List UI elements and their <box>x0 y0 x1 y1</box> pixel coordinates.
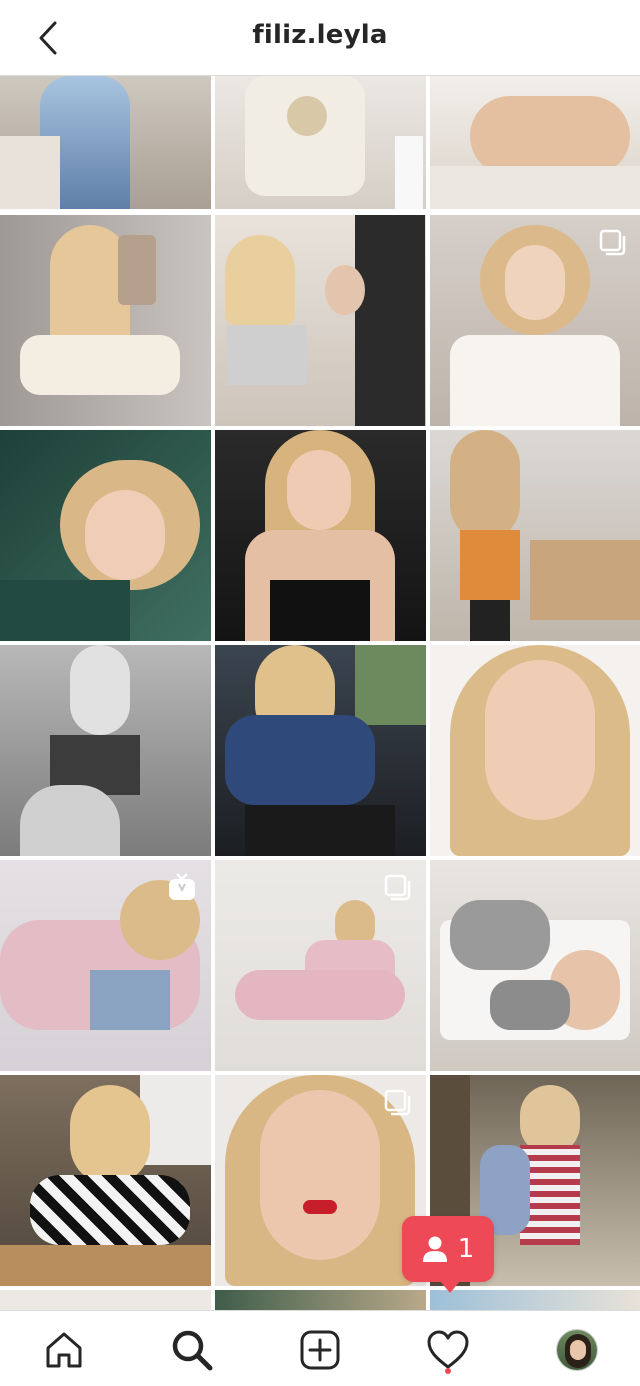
igtv-icon <box>169 873 195 900</box>
post-thumbnail[interactable] <box>0 645 211 856</box>
post-thumbnail[interactable] <box>0 860 211 1071</box>
heart-icon <box>427 1330 469 1369</box>
bottom-tab-bar <box>0 1310 640 1386</box>
avatar <box>556 1329 598 1371</box>
multiple-photos-icon <box>599 229 626 256</box>
profile-username-title: filiz.leyla <box>252 20 388 50</box>
post-thumbnail[interactable] <box>0 1290 211 1310</box>
post-thumbnail[interactable] <box>215 645 426 856</box>
activity-indicator-dot <box>445 1368 451 1374</box>
tab-profile[interactable] <box>552 1325 602 1375</box>
post-thumbnail[interactable] <box>430 1290 640 1310</box>
post-thumbnail[interactable] <box>215 76 426 209</box>
post-thumbnail[interactable] <box>215 860 426 1071</box>
person-icon <box>422 1236 447 1262</box>
post-thumbnail[interactable] <box>430 76 640 209</box>
post-thumbnail[interactable] <box>430 860 640 1071</box>
post-thumbnail[interactable] <box>430 215 640 426</box>
post-thumbnail[interactable] <box>215 430 426 641</box>
multiple-photos-icon <box>384 874 411 901</box>
top-bar: filiz.leyla <box>0 0 640 76</box>
multiple-photos-icon <box>384 1089 411 1116</box>
post-thumbnail[interactable] <box>0 215 211 426</box>
post-thumbnail[interactable] <box>0 76 211 209</box>
activity-notification-bubble[interactable]: 1 <box>402 1216 494 1293</box>
posts-grid <box>0 76 640 1310</box>
plus-square-icon <box>300 1330 340 1370</box>
explore-profile-screen: filiz.leyla 1 <box>0 0 640 1386</box>
post-thumbnail[interactable] <box>215 215 426 426</box>
search-icon <box>172 1330 213 1371</box>
post-thumbnail[interactable] <box>430 430 640 641</box>
tab-new-post[interactable] <box>295 1325 345 1375</box>
post-thumbnail[interactable] <box>215 1075 426 1286</box>
post-thumbnail[interactable] <box>0 1075 211 1286</box>
tab-search[interactable] <box>167 1325 217 1375</box>
notification-count: 1 <box>457 1234 475 1264</box>
home-icon <box>46 1332 82 1368</box>
post-thumbnail[interactable] <box>0 430 211 641</box>
post-thumbnail[interactable] <box>430 645 640 856</box>
post-thumbnail[interactable] <box>215 1290 426 1310</box>
tab-home[interactable] <box>39 1325 89 1375</box>
